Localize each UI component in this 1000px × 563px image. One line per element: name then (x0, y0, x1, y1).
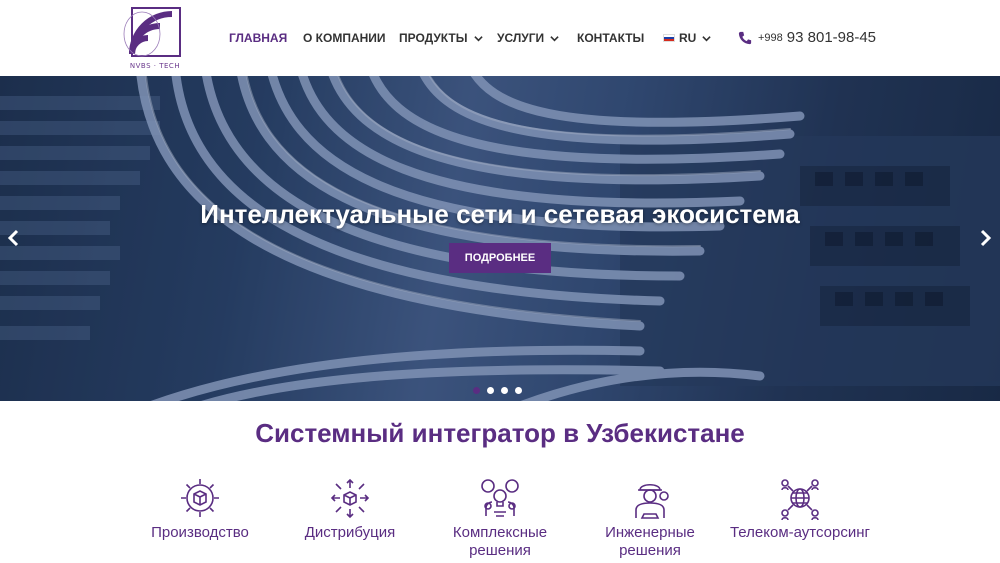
service-engineering-solutions-label: Инженерные решения (605, 524, 695, 559)
service-telecom-outsourcing-label: Телеком-аутсорсинг (729, 524, 870, 541)
chevron-down-icon (550, 35, 559, 41)
nav-services-label: УСЛУГИ (497, 31, 545, 45)
nav-contacts[interactable]: КОНТАКТЫ (577, 31, 644, 45)
service-production[interactable]: Производство (125, 476, 275, 542)
logo-icon (123, 7, 181, 57)
slider-dot-4[interactable] (515, 387, 522, 394)
slider-prev-button[interactable] (4, 228, 24, 248)
service-engineering-solutions[interactable]: Инженерные решения (575, 476, 725, 560)
language-label: RU (679, 31, 697, 45)
logo-text: NVBS · TECH (129, 62, 181, 70)
service-distribution-label: Дистрибуция (304, 524, 396, 541)
hero-title: Интеллектуальные сети и сетевая экосисте… (200, 199, 800, 229)
russia-flag-icon (663, 34, 675, 42)
gear-cube-icon (181, 479, 219, 517)
chevron-down-icon (702, 35, 712, 41)
nav-home[interactable]: ГЛАВНАЯ (229, 31, 287, 45)
slider-dot-1[interactable] (473, 387, 480, 394)
language-selector[interactable]: RU (663, 31, 712, 45)
nav-products[interactable]: ПРОДУКТЫ (399, 31, 483, 45)
slider-dot-3[interactable] (501, 387, 508, 394)
service-telecom-outsourcing[interactable]: Телеком-аутсорсинг (725, 476, 875, 542)
section-title: Системный интегратор в Узбекистане (255, 418, 745, 448)
hero-overlay (0, 76, 1000, 401)
phone-icon (738, 31, 752, 44)
logo[interactable]: NVBS · TECH (122, 4, 188, 74)
service-production-label: Производство (151, 524, 249, 541)
slider-next-button[interactable] (975, 228, 995, 248)
nav-about[interactable]: О КОМПАНИИ (303, 31, 386, 45)
more-button[interactable]: ПОДРОБНЕЕ (449, 243, 551, 273)
nav-contacts-label: КОНТАКТЫ (577, 31, 645, 45)
phone-number: 93 801-98-45 (786, 29, 877, 46)
ideas-icon (481, 479, 519, 517)
globe-network-icon (781, 479, 819, 520)
phone-prefix: +998 (758, 31, 783, 44)
phone-link[interactable]: +998 93 801-98-45 (738, 29, 876, 46)
chevron-down-icon (473, 35, 483, 41)
engineer-icon (635, 483, 669, 519)
service-complex-solutions-label: Комплексные решения (452, 524, 548, 559)
nav-home-label: ГЛАВНАЯ (229, 31, 288, 45)
site-header: NVBS · TECH ГЛАВНАЯ О КОМПАНИИ ПРОДУКТЫ … (0, 0, 1000, 76)
chevron-right-icon (980, 229, 992, 247)
hero-slider: Интеллектуальные сети и сетевая экосисте… (0, 76, 1000, 401)
nav-products-label: ПРОДУКТЫ (399, 31, 468, 45)
service-distribution[interactable]: Дистрибуция (275, 476, 425, 542)
slider-dot-2[interactable] (487, 387, 494, 394)
service-complex-solutions[interactable]: Комплексные решения (425, 476, 575, 560)
nav-about-label: О КОМПАНИИ (303, 31, 386, 45)
distribution-icon (330, 478, 370, 519)
slider-dots (473, 387, 529, 394)
chevron-left-icon (7, 229, 19, 247)
nav-services[interactable]: УСЛУГИ (497, 31, 559, 45)
